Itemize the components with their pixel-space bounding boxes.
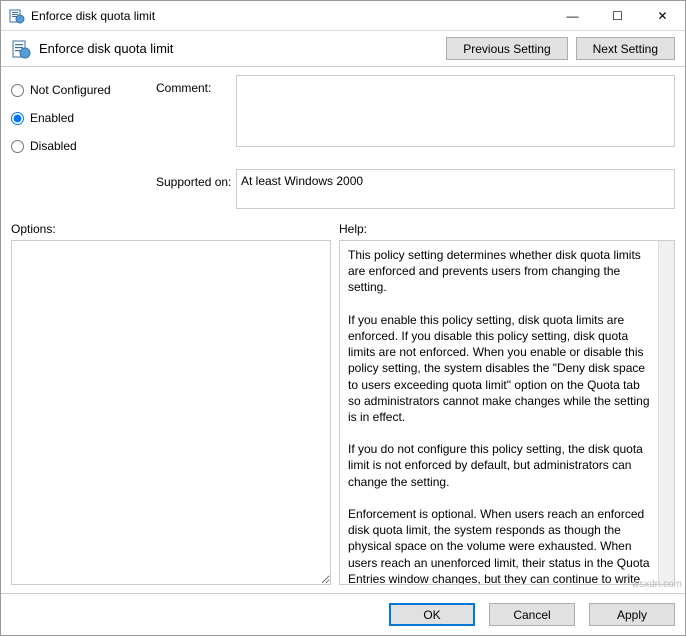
comment-textarea[interactable]	[236, 75, 675, 147]
radio-disabled-input[interactable]	[11, 140, 24, 153]
radio-enabled[interactable]: Enabled	[11, 109, 156, 127]
radio-not-configured-label: Not Configured	[30, 83, 111, 97]
panels: This policy setting determines whether d…	[1, 240, 685, 593]
comment-label: Comment:	[156, 81, 236, 145]
radio-disabled[interactable]: Disabled	[11, 137, 156, 155]
help-panel: This policy setting determines whether d…	[339, 240, 675, 585]
footer: OK Cancel Apply	[1, 593, 685, 635]
minimize-button[interactable]: —	[550, 1, 595, 30]
help-label: Help:	[339, 222, 367, 236]
titlebar: Enforce disk quota limit — ☐ ✕	[1, 1, 685, 31]
radio-not-configured-input[interactable]	[11, 84, 24, 97]
previous-setting-button[interactable]: Previous Setting	[446, 37, 567, 60]
radio-not-configured[interactable]: Not Configured	[11, 81, 156, 99]
window-title: Enforce disk quota limit	[31, 9, 550, 23]
close-button[interactable]: ✕	[640, 1, 685, 30]
cancel-button[interactable]: Cancel	[489, 603, 575, 626]
radio-enabled-label: Enabled	[30, 111, 74, 125]
config-area: Not Configured Enabled Disabled Comment:	[1, 67, 685, 169]
radio-disabled-label: Disabled	[30, 139, 77, 153]
supported-textarea	[236, 169, 675, 209]
help-text[interactable]: This policy setting determines whether d…	[340, 241, 658, 584]
next-setting-button[interactable]: Next Setting	[576, 37, 675, 60]
header-row: Enforce disk quota limit Previous Settin…	[1, 31, 685, 67]
state-radio-group: Not Configured Enabled Disabled	[11, 75, 156, 165]
radio-enabled-input[interactable]	[11, 112, 24, 125]
apply-button[interactable]: Apply	[589, 603, 675, 626]
options-panel	[11, 240, 331, 585]
policy-icon	[11, 39, 31, 59]
supported-label: Supported on:	[156, 175, 236, 189]
maximize-button[interactable]: ☐	[595, 1, 640, 30]
help-scrollbar[interactable]	[658, 241, 674, 584]
options-label: Options:	[11, 222, 339, 236]
supported-row: Supported on:	[1, 169, 685, 216]
app-icon	[9, 8, 25, 24]
section-labels: Options: Help:	[1, 216, 685, 240]
ok-button[interactable]: OK	[389, 603, 475, 626]
options-content	[12, 241, 330, 584]
policy-name: Enforce disk quota limit	[39, 41, 438, 56]
